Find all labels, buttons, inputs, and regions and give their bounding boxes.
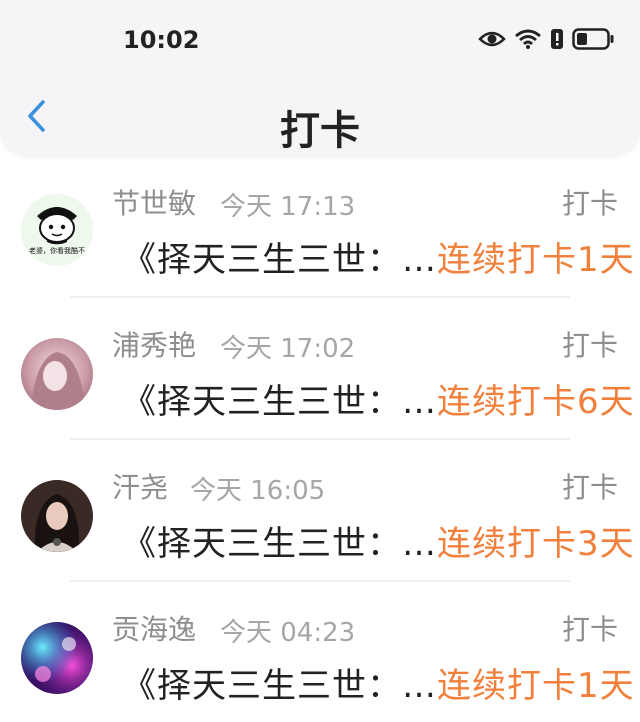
record-content: 《择天三生三世：…连续打卡6天 [122, 374, 635, 423]
status-bar: 10:02 [0, 0, 640, 80]
book-title: 《择天三生三世：… [122, 382, 437, 422]
status-time: 10:02 [123, 26, 200, 54]
list-item[interactable]: 贡海逸 今天 04:23 打卡 《择天三生三世：…连续打卡1天 [0, 582, 640, 722]
avatar [21, 622, 93, 694]
list-item[interactable]: 汗尧 今天 16:05 打卡 《择天三生三世：…连续打卡3天 [0, 440, 640, 582]
record-content: 《择天三生三世：…连续打卡1天 [122, 232, 635, 281]
checkin-time: 今天 17:13 [220, 192, 356, 222]
avatar: 老婆，你看我酷不 [21, 194, 93, 266]
avatar [21, 480, 93, 552]
streak-label: 连续打卡3天 [437, 524, 635, 564]
page-title: 打卡 [280, 108, 360, 154]
streak-label: 连续打卡6天 [437, 382, 635, 422]
book-title: 《择天三生三世：… [122, 524, 437, 564]
record-content: 《择天三生三世：…连续打卡1天 [122, 658, 635, 707]
nav-bar: 打卡 [0, 80, 640, 156]
checkin-list: 老婆，你看我酷不 节世敏 今天 17:13 打卡 《择天三生三世：…连续打卡1天 [0, 156, 640, 722]
app-header: 10:02 打卡 [0, 0, 640, 156]
record-type: 打卡 [561, 329, 618, 362]
record-type: 打卡 [561, 471, 618, 504]
list-item[interactable]: 老婆，你看我酷不 节世敏 今天 17:13 打卡 《择天三生三世：…连续打卡1天 [0, 156, 640, 298]
book-title: 《择天三生三世：… [122, 240, 437, 280]
record-type: 打卡 [561, 613, 618, 646]
wifi-icon [514, 28, 542, 50]
user-name: 汗尧 [112, 471, 169, 504]
streak-label: 连续打卡1天 [437, 240, 635, 280]
battery-alert-icon [550, 28, 564, 50]
record-content: 《择天三生三世：…连续打卡3天 [122, 516, 635, 565]
user-name: 浦秀艳 [112, 329, 197, 362]
avatar [21, 338, 93, 410]
status-icons [478, 28, 614, 50]
user-name: 节世敏 [112, 187, 197, 220]
avatar-caption: 老婆，你看我酷不 [29, 247, 85, 255]
battery-icon [572, 28, 614, 50]
list-item[interactable]: 浦秀艳 今天 17:02 打卡 《择天三生三世：…连续打卡6天 [0, 298, 640, 440]
eye-icon [478, 29, 506, 49]
checkin-time: 今天 16:05 [190, 476, 326, 506]
checkin-time: 今天 04:23 [220, 618, 356, 648]
checkin-time: 今天 17:02 [220, 334, 356, 364]
user-name: 贡海逸 [112, 613, 197, 646]
record-type: 打卡 [561, 187, 618, 220]
streak-label: 连续打卡1天 [437, 666, 635, 706]
book-title: 《择天三生三世：… [122, 666, 437, 706]
